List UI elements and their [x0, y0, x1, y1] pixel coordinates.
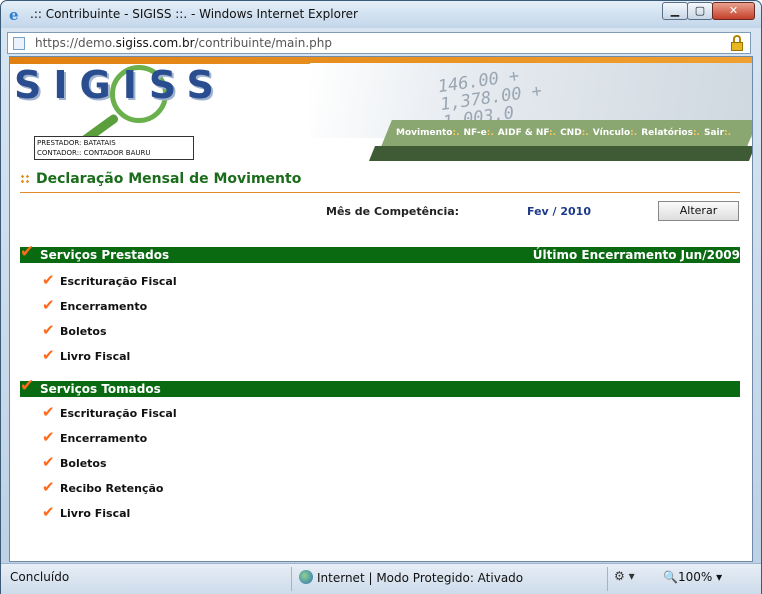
heading-divider [20, 192, 740, 193]
checkmark-icon: ✔ [42, 428, 55, 446]
item-label: Escrituração Fiscal [60, 407, 177, 420]
prestados-boletos[interactable]: ✔ Boletos [42, 321, 107, 339]
item-label: Escrituração Fiscal [60, 275, 177, 288]
nav-vinculo[interactable]: Vínculo [593, 128, 630, 138]
nav-bar-shadow [368, 146, 752, 161]
checkmark-icon: ✔ [42, 478, 55, 496]
item-label: Boletos [60, 325, 107, 338]
tomados-escrituracao[interactable]: ✔ Escrituração Fiscal [42, 403, 177, 421]
nav-cnd[interactable]: CND [560, 128, 582, 138]
competencia-label: Mês de Competência: [326, 205, 460, 218]
nav-separator: :. [581, 128, 589, 138]
checkmark-icon: ✔ [42, 296, 55, 314]
grid-bullet-icon [20, 174, 30, 184]
status-text: Concluído [10, 570, 70, 584]
nav-relatorios[interactable]: Relatórios [641, 128, 693, 138]
nav-separator: :. [486, 128, 494, 138]
nav-separator: :. [692, 128, 700, 138]
url-domain: sigiss.com.br [115, 36, 195, 50]
section-prestados-bar: ✔ Serviços Prestados Último Encerramento… [20, 242, 740, 263]
item-label: Livro Fiscal [60, 507, 131, 520]
nav-movimento[interactable]: Movimento [396, 128, 452, 138]
tomados-boletos[interactable]: ✔ Boletos [42, 453, 107, 471]
page-title-text: Declaração Mensal de Movimento [36, 171, 302, 187]
url-text[interactable]: https://demo.sigiss.com.br/contribuinte/… [35, 36, 332, 50]
contador-line: CONTADOR:: CONTADOR BAURU [37, 149, 151, 157]
main-panel: Declaração Mensal de Movimento Mês de Co… [10, 161, 752, 561]
url-prefix: https://demo. [35, 36, 116, 50]
lock-icon[interactable] [730, 35, 744, 51]
window-title: .:: Contribuinte - SIGISS ::. - Windows … [30, 7, 358, 21]
prestados-livro-fiscal[interactable]: ✔ Livro Fiscal [42, 346, 130, 364]
checkmark-icon: ✔ [42, 346, 55, 364]
checkmark-icon: ✔ [42, 403, 55, 421]
zoom-level: 100% [677, 570, 713, 584]
site-banner: 146.00 + 1,378.00 + 1,003.0 SIGISS PREST… [10, 57, 752, 161]
status-divider [607, 567, 608, 591]
nav-aidf[interactable]: AIDF & NF [498, 128, 549, 138]
tomados-encerramento[interactable]: ✔ Encerramento [42, 428, 147, 446]
maximize-button[interactable]: ▢ [687, 2, 713, 20]
settings-dropdown-icon[interactable]: ⚙ ▾ [614, 569, 635, 583]
checkmark-icon: ✔ [20, 242, 35, 262]
address-bar[interactable]: https://demo.sigiss.com.br/contribuinte/… [7, 32, 751, 54]
globe-icon [299, 570, 313, 584]
checkmark-icon: ✔ [42, 453, 55, 471]
user-info-box: PRESTADOR: BATATAIS CONTADOR:: CONTADOR … [34, 136, 194, 160]
zoom-control[interactable]: 🔍100% ▾ [663, 570, 722, 584]
zone-label: Internet | Modo Protegido: Ativado [317, 571, 524, 585]
checkmark-icon: ✔ [42, 271, 55, 289]
section-title: Serviços Prestados [40, 248, 170, 262]
url-path: /contribuinte/main.php [194, 36, 333, 50]
prestados-encerramento[interactable]: ✔ Encerramento [42, 296, 147, 314]
item-label: Boletos [60, 457, 107, 470]
prestador-line: PRESTADOR: BATATAIS [37, 139, 116, 147]
nav-separator: :. [549, 128, 557, 138]
nav-nfe[interactable]: NF-e [464, 128, 487, 138]
checkmark-icon: ✔ [42, 503, 55, 521]
competencia-value: Fev / 2010 [527, 205, 591, 218]
tomados-recibo-retencao[interactable]: ✔ Recibo Retenção [42, 478, 163, 496]
browser-window: e .:: Contribuinte - SIGISS ::. - Window… [0, 0, 762, 594]
sigiss-logo: SIGISS [14, 63, 226, 107]
status-divider [291, 567, 292, 591]
close-button[interactable]: ✕ [712, 2, 755, 20]
status-bar: Concluído Internet | Modo Protegido: Ati… [1, 563, 761, 594]
title-bar: e .:: Contribuinte - SIGISS ::. - Window… [1, 1, 761, 28]
alterar-button[interactable]: Alterar [658, 201, 739, 221]
prestados-escrituracao[interactable]: ✔ Escrituração Fiscal [42, 271, 177, 289]
item-label: Encerramento [60, 300, 148, 313]
minimize-button[interactable]: ▁ [662, 2, 688, 20]
nav-menu: Movimento:. NF-e:. AIDF & NF:. CND:. Vínculo… [396, 128, 735, 138]
page-title: Declaração Mensal de Movimento [20, 171, 301, 187]
section-title: Serviços Tomados [40, 382, 161, 396]
item-label: Encerramento [60, 432, 148, 445]
page-icon [13, 37, 25, 50]
nav-separator: :. [630, 128, 638, 138]
item-label: Recibo Retenção [60, 482, 164, 495]
nav-sair[interactable]: Sair [704, 128, 724, 138]
tomados-livro-fiscal[interactable]: ✔ Livro Fiscal [42, 503, 130, 521]
security-zone[interactable]: Internet | Modo Protegido: Ativado [299, 570, 523, 585]
checkmark-icon: ✔ [42, 321, 55, 339]
checkmark-icon: ✔ [20, 376, 35, 396]
page-content: 146.00 + 1,378.00 + 1,003.0 SIGISS PREST… [9, 56, 753, 562]
item-label: Livro Fiscal [60, 350, 131, 363]
nav-bar: Movimento:. NF-e:. AIDF & NF:. CND:. Vínculo… [366, 120, 752, 161]
zoom-icon: 🔍 [663, 570, 678, 584]
nav-separator: :. [452, 128, 460, 138]
ultimo-encerramento: Último Encerramento Jun/2009 [532, 248, 740, 262]
ie-logo-icon: e [9, 6, 19, 24]
nav-separator: :. [724, 128, 732, 138]
section-tomados-bar: ✔ Serviços Tomados [20, 376, 740, 397]
